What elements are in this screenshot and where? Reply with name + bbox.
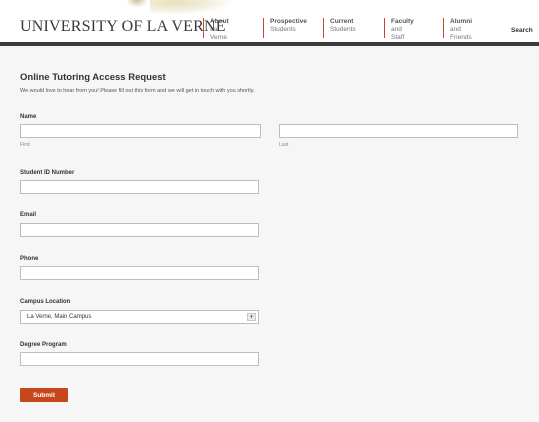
submit-button[interactable]: Submit <box>20 388 68 402</box>
nav-item-sublabel: and Staff <box>391 26 405 41</box>
nav-item-sublabel: and Friends <box>450 26 472 41</box>
form-title: Online Tutoring Access Request <box>20 72 166 83</box>
campus-location-value: La Verne, Main Campus <box>27 314 92 320</box>
dropdown-arrow-icon[interactable]: ▾ <box>247 313 256 321</box>
first-name-input[interactable] <box>20 124 261 138</box>
name-label: Name <box>20 114 37 120</box>
last-name-sublabel: Last <box>279 142 289 148</box>
page: UNIVERSITY OF LA VERNE About La Verne Pr… <box>0 0 539 422</box>
header-decoration <box>126 0 148 8</box>
phone-label: Phone <box>20 256 39 262</box>
nav-item-alumni-friends[interactable]: Alumni and Friends <box>443 18 473 41</box>
nav-item-prospective-students[interactable]: Prospective Students <box>263 18 307 38</box>
search-link[interactable]: Search <box>511 27 533 34</box>
nav-item-label: Alumni <box>450 18 473 25</box>
nav-item-label: Current <box>330 18 354 25</box>
header-decoration <box>150 0 230 14</box>
email-input[interactable] <box>20 223 259 237</box>
campus-location-label: Campus Location <box>20 299 71 305</box>
nav-item-label: About <box>210 18 229 25</box>
nav-item-about[interactable]: About La Verne <box>203 18 229 41</box>
header-divider <box>0 42 539 46</box>
form-description: We would love to hear from you! Please f… <box>20 88 255 94</box>
degree-program-input[interactable] <box>20 352 259 366</box>
nav-item-label: Faculty <box>391 18 414 25</box>
nav-item-sublabel: Students <box>270 26 296 33</box>
student-id-label: Student ID Number <box>20 170 75 176</box>
phone-input[interactable] <box>20 266 259 280</box>
last-name-input[interactable] <box>279 124 518 138</box>
site-header: UNIVERSITY OF LA VERNE About La Verne Pr… <box>0 0 539 42</box>
email-label: Email <box>20 212 37 218</box>
campus-location-select[interactable]: La Verne, Main Campus ▾ <box>20 310 259 324</box>
student-id-input[interactable] <box>20 180 259 194</box>
first-name-sublabel: First <box>20 142 30 148</box>
nav-item-sublabel: La Verne <box>210 26 227 41</box>
degree-program-label: Degree Program <box>20 342 67 348</box>
university-logo[interactable]: UNIVERSITY OF LA VERNE <box>20 18 226 36</box>
nav-item-label: Prospective <box>270 18 307 25</box>
nav-item-sublabel: Students <box>330 26 356 33</box>
nav-item-current-students[interactable]: Current Students <box>323 18 356 38</box>
nav-item-faculty-staff[interactable]: Faculty and Staff <box>384 18 414 41</box>
